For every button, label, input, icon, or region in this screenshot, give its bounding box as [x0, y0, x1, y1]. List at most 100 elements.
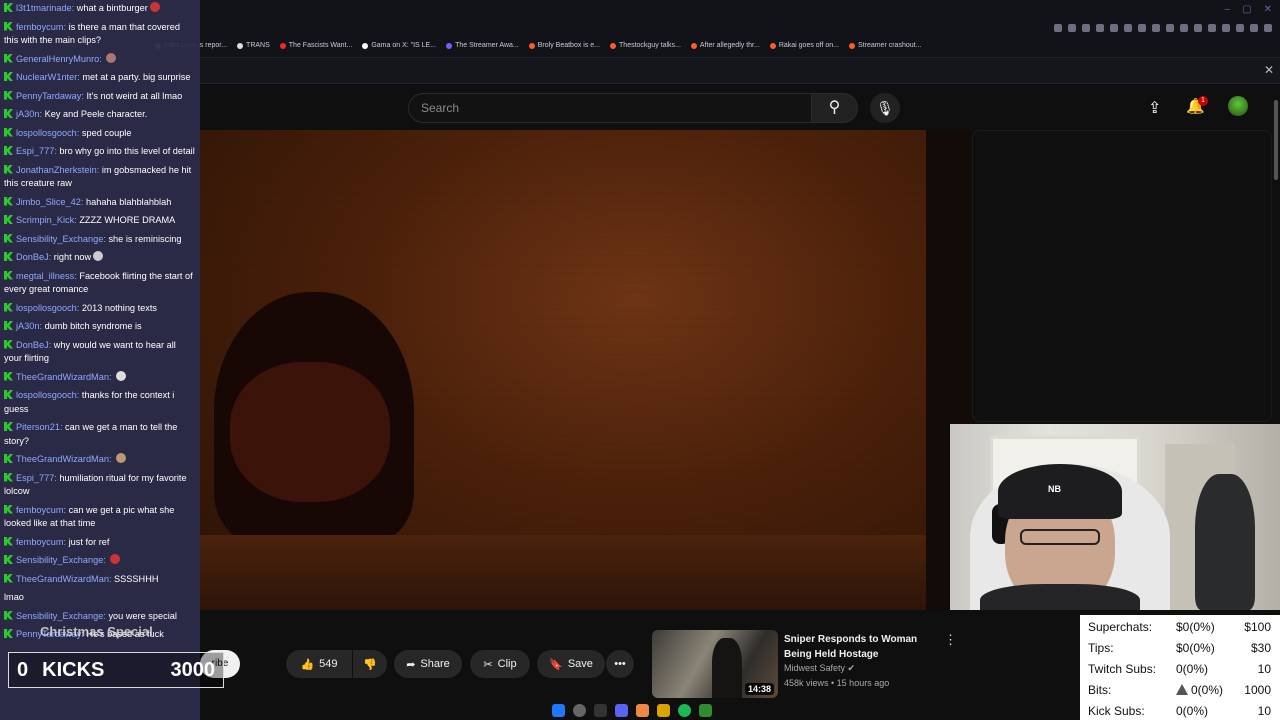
bookmark-item[interactable]: Rakai goes off on... — [769, 42, 839, 49]
chat-username[interactable]: NuclearW1nter — [16, 72, 77, 82]
search-input[interactable]: Search — [408, 93, 812, 123]
discord-icon[interactable] — [615, 703, 628, 717]
bookmark-item[interactable]: Broly Beatbox is e... — [528, 42, 601, 49]
chat-username[interactable]: l3t1tmarinade — [16, 3, 72, 13]
upload-icon[interactable]: ⇪ — [1148, 98, 1161, 118]
video-player[interactable] — [200, 130, 926, 610]
like-button[interactable]: 👍 549 — [286, 650, 352, 678]
stat-value: 0(0%) — [1176, 680, 1223, 701]
search-button[interactable]: ⚲ — [812, 93, 858, 123]
chat-username[interactable]: Sensibility_Exchange — [16, 555, 103, 565]
bookmark-item[interactable]: The Streamer Awa... — [446, 42, 519, 49]
chat-username[interactable]: jA30n — [16, 321, 40, 331]
chat-username[interactable]: femboycum — [16, 537, 64, 547]
download-icon[interactable] — [1250, 24, 1258, 32]
scissors-icon: ✂ — [483, 658, 493, 671]
video-title[interactable]: Sniper Responds to Woman Being Held Host… — [784, 632, 944, 662]
chat-message: lmao — [4, 591, 196, 605]
spotify-icon[interactable] — [678, 703, 691, 717]
chat-username[interactable]: Piterson21 — [16, 422, 60, 432]
xbox-icon[interactable] — [699, 703, 712, 717]
heart-icon[interactable] — [1194, 24, 1202, 32]
voice-search-button[interactable]: 🎙 — [870, 93, 900, 123]
extension-icon[interactable] — [1236, 24, 1244, 32]
chat-username[interactable]: Scrimpin_Kick — [16, 215, 74, 225]
chat-username[interactable]: Sensibility_Exchange — [16, 611, 103, 621]
chat-username[interactable]: Espi_777 — [16, 473, 54, 483]
stat-row: Twitch Subs: 0(0%) 10 — [1084, 659, 1276, 680]
extension-icon[interactable] — [1166, 24, 1174, 32]
chat-username[interactable]: lospollosgooch — [16, 303, 77, 313]
bookmark-item[interactable]: Streamer crashout... — [849, 42, 921, 49]
zoom-icon[interactable] — [1054, 24, 1062, 32]
more-actions-button[interactable]: ••• — [606, 650, 634, 678]
chrome-icon[interactable] — [636, 703, 649, 717]
chat-username[interactable]: lospollosgooch — [16, 128, 77, 138]
bookmark-label: After allegedly thr... — [699, 42, 760, 49]
menu-icon[interactable] — [1264, 24, 1272, 32]
kicks-count: 0 — [17, 658, 29, 681]
chat-username[interactable]: Jimbo_Slice_42 — [16, 197, 81, 207]
stat-value-text: 0(0%) — [1176, 662, 1209, 676]
chat-username[interactable]: jA30n — [16, 109, 40, 119]
bookmark-item[interactable]: TRANS — [237, 42, 270, 49]
close-icon[interactable]: ✕ — [1264, 63, 1274, 77]
chat-username[interactable]: TheeGrandWizardMan — [16, 372, 109, 382]
chat-separator: : — [99, 53, 105, 64]
chat-username[interactable]: femboycum — [16, 22, 64, 32]
bookmark-item[interactable]: Thestockguy talks... — [610, 42, 681, 49]
extension-icon[interactable] — [1180, 24, 1188, 32]
extension-icon[interactable] — [1068, 24, 1076, 32]
chat-username[interactable]: Sensibility_Exchange — [16, 234, 103, 244]
extension-icon[interactable] — [1208, 24, 1216, 32]
bookmark-icon[interactable] — [1138, 24, 1146, 32]
bookmark-item[interactable]: After allegedly thr... — [690, 42, 760, 49]
bookmark-item[interactable]: Gama on X: "IS LE... — [362, 42, 436, 49]
play-icon[interactable] — [1152, 24, 1160, 32]
bookmark-item[interactable]: The Fascists Want... — [279, 42, 352, 49]
recommended-video[interactable]: 14:38 Sniper Responds to Woman Being Hel… — [652, 630, 972, 698]
chat-username[interactable]: TheeGrandWizardMan — [16, 574, 109, 584]
extension-icon[interactable] — [1082, 24, 1090, 32]
dislike-button[interactable]: 👎 — [353, 650, 387, 678]
video-thumbnail[interactable]: 14:38 — [652, 630, 778, 698]
chat-message: Sensibility_Exchange: she is reminiscing — [4, 233, 196, 247]
avatar[interactable] — [1228, 96, 1248, 116]
extension-icon[interactable] — [1222, 24, 1230, 32]
chat-username[interactable]: Espi_777 — [16, 146, 54, 156]
chat-username[interactable]: GeneralHenryMunro — [16, 54, 99, 64]
chat-username[interactable]: lospollosgooch — [16, 390, 77, 400]
microphone-icon: 🎙 — [876, 100, 894, 116]
more-vertical-icon[interactable]: ⋮ — [944, 632, 957, 648]
chat-username[interactable]: femboycum — [16, 505, 64, 515]
chat-username[interactable]: megtal_illness — [16, 271, 74, 281]
close-window-icon[interactable]: ✕ — [1264, 4, 1272, 15]
maximize-icon[interactable]: ▢ — [1242, 4, 1251, 15]
favicon-icon — [610, 42, 617, 49]
favicon-icon — [528, 42, 535, 49]
bookmark-label: TRANS — [246, 42, 270, 49]
bookmark-label: Broly Beatbox is e... — [537, 42, 601, 49]
chat-username[interactable]: JonathanZherkstein — [16, 165, 97, 175]
windows-start-icon[interactable] — [552, 703, 565, 717]
chat-username[interactable]: DonBeJ — [16, 340, 49, 350]
kick-badge-icon — [4, 454, 13, 463]
chat-username[interactable]: DonBeJ — [16, 252, 49, 262]
share-button[interactable]: ➦ Share — [394, 650, 462, 678]
video-actions: ribe 👍 549 👎 ➦ Share ✂ Clip 🔖 Save ••• — [200, 614, 640, 714]
minimize-icon[interactable]: – — [1225, 4, 1231, 15]
channel-name[interactable]: Midwest Safety ✔ — [784, 663, 855, 674]
chat-username[interactable]: PennyTardaway — [16, 91, 81, 101]
app-icon[interactable] — [594, 703, 607, 717]
find-bar: ✕ — [200, 58, 1280, 84]
scrollbar[interactable] — [1274, 100, 1278, 180]
extension-icon[interactable] — [1110, 24, 1118, 32]
clip-button[interactable]: ✂ Clip — [470, 650, 530, 678]
search-icon[interactable] — [573, 703, 586, 717]
chat-message: jA30n: dumb bitch syndrome is — [4, 320, 196, 334]
shield-icon[interactable] — [1124, 24, 1132, 32]
save-button[interactable]: 🔖 Save — [537, 650, 605, 678]
folder-icon[interactable] — [657, 703, 670, 717]
chat-username[interactable]: TheeGrandWizardMan — [16, 454, 109, 464]
extension-icon[interactable] — [1096, 24, 1104, 32]
